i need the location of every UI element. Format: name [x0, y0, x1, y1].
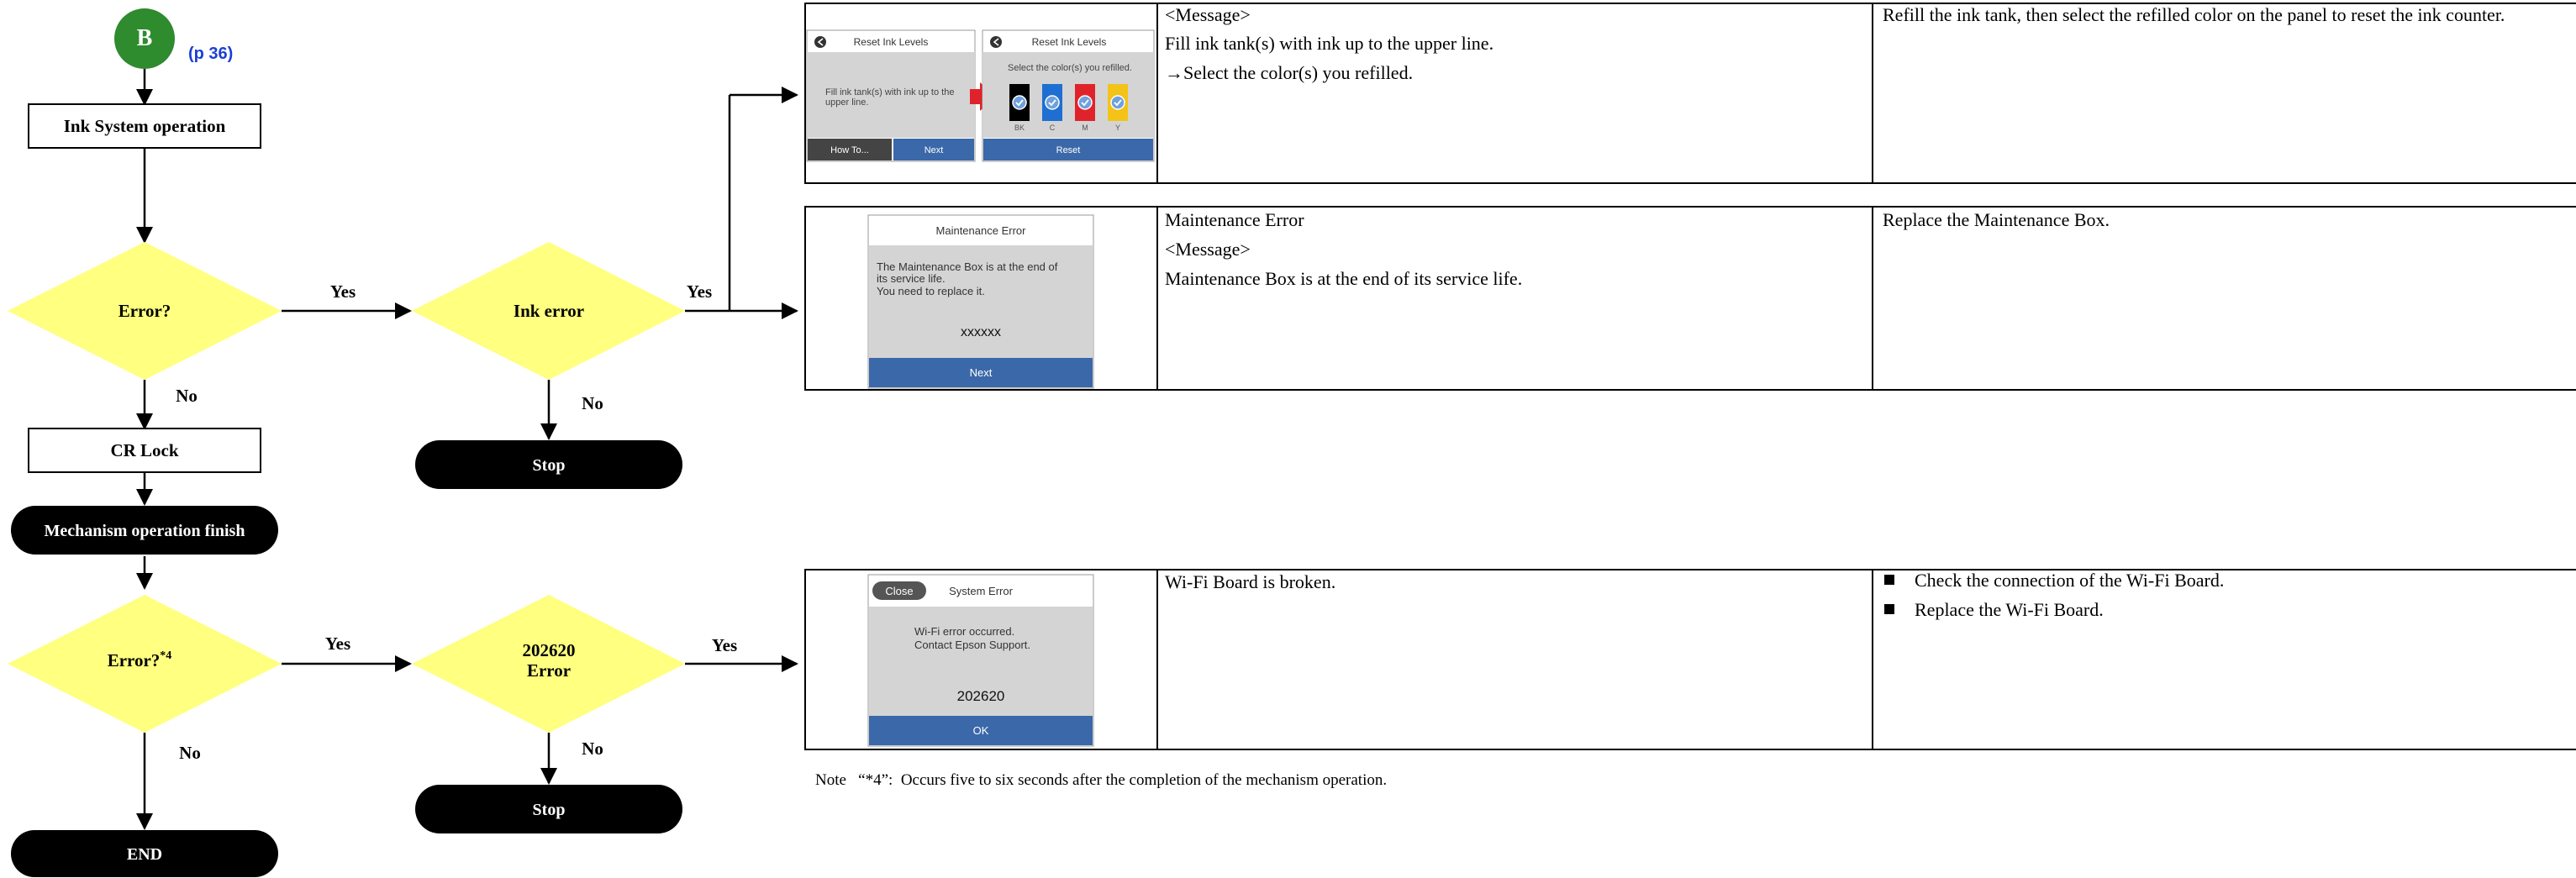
message-line: <Message>: [1165, 239, 1251, 260]
start-connector-badge[interactable]: B: [114, 8, 175, 69]
svg-text:202620: 202620: [957, 688, 1005, 704]
svg-text:Stop: Stop: [533, 801, 566, 819]
svg-text:System Error: System Error: [949, 585, 1014, 597]
svg-text:Close: Close: [885, 585, 913, 597]
remedy-line: Refill the ink tank, then select the ref…: [1883, 4, 2505, 25]
svg-text:M: M: [1082, 124, 1088, 132]
svg-text:Reset Ink Levels: Reset Ink Levels: [854, 36, 929, 48]
label-yes-1: Yes: [330, 281, 356, 302]
message-line: <Message>: [1165, 4, 1251, 25]
svg-text:upper line.: upper line.: [825, 97, 868, 108]
message-line: →Select the color(s) you refilled.: [1165, 62, 1413, 83]
screen-reset-ink-2: Reset Ink Levels Select the color(s) you…: [982, 29, 1155, 162]
bullet-icon: [1884, 575, 1894, 585]
label-yes-2: Yes: [687, 281, 712, 302]
svg-text:Error?: Error?: [119, 301, 171, 321]
start-letter: B: [137, 25, 153, 51]
label-no-2: No: [582, 393, 603, 413]
remedy-line: Replace the Wi-Fi Board.: [1915, 599, 2104, 620]
terminal-mechanism-finish: Mechanism operation finish: [11, 506, 278, 555]
svg-text:C: C: [1050, 124, 1056, 132]
svg-text:You need to replace it.: You need to replace it.: [877, 285, 985, 297]
table-row-maintenance: Maintenance Error The Maintenance Box is…: [804, 206, 2576, 391]
svg-text:xxxxxx: xxxxxx: [961, 325, 1001, 339]
svg-text:Stop: Stop: [533, 456, 566, 475]
svg-text:its service life.: its service life.: [877, 272, 946, 285]
svg-text:Next: Next: [925, 145, 944, 155]
svg-text:The Maintenance Box is at the: The Maintenance Box is at the end of: [877, 260, 1058, 273]
svg-text:Contact Epson Support.: Contact Epson Support.: [914, 639, 1030, 651]
screen-reset-ink-1: Reset Ink Levels Fill ink tank(s) with i…: [806, 29, 976, 162]
process-cr-lock: CR Lock: [28, 428, 261, 473]
svg-text:How To...: How To...: [830, 145, 869, 155]
svg-text:Ink System operation: Ink System operation: [64, 116, 226, 136]
svg-text:Mechanism operation finish: Mechanism operation finish: [45, 522, 245, 540]
label-no-4: No: [582, 739, 603, 759]
svg-text:Ink error: Ink error: [514, 301, 584, 321]
back-icon[interactable]: [990, 36, 1002, 48]
remedy-line: Replace the Maintenance Box.: [1883, 209, 2110, 230]
svg-text:Reset: Reset: [1056, 145, 1081, 155]
svg-text:OK: OK: [973, 724, 989, 737]
svg-text:Select the color(s) you refill: Select the color(s) you refilled.: [1008, 63, 1132, 73]
screen-maintenance-error: Maintenance Error The Maintenance Box is…: [867, 214, 1094, 389]
terminal-end: END: [11, 830, 278, 877]
message-line: Maintenance Error: [1165, 209, 1304, 230]
remedy-line: Check the connection of the Wi-Fi Board.: [1915, 570, 2224, 591]
decision-ink-error: Ink error: [412, 242, 685, 380]
svg-text:202620: 202620: [523, 640, 576, 660]
svg-text:Y: Y: [1115, 124, 1120, 132]
label-no-3: No: [179, 743, 201, 763]
screen-system-error: Close System Error Wi-Fi error occurred.…: [867, 574, 1094, 747]
svg-text:Next: Next: [970, 366, 993, 379]
svg-text:Reset Ink Levels: Reset Ink Levels: [1032, 36, 1107, 48]
svg-text:CR Lock: CR Lock: [110, 440, 178, 460]
svg-text:BK: BK: [1014, 124, 1025, 132]
decision-202620-error: 202620 Error: [412, 595, 685, 733]
svg-text:Wi-Fi error occurred.: Wi-Fi error occurred.: [914, 625, 1014, 638]
process-ink-system: Ink System operation: [28, 103, 261, 149]
message-line: Wi-Fi Board is broken.: [1165, 571, 1335, 592]
decision-error: Error?: [8, 242, 282, 380]
label-yes-4: Yes: [712, 635, 737, 655]
label-no-1: No: [176, 386, 198, 406]
footnote: Note “*4”: Occurs five to six seconds af…: [815, 771, 1388, 789]
table-row-ink: Reset Ink Levels Fill ink tank(s) with i…: [804, 3, 2576, 184]
svg-text:Fill ink tank(s) with ink up t: Fill ink tank(s) with ink up to the: [825, 87, 954, 97]
terminal-stop-1: Stop: [415, 440, 682, 489]
terminal-stop-2: Stop: [415, 785, 682, 833]
bullet-icon: [1884, 604, 1894, 614]
label-yes-3: Yes: [325, 634, 350, 654]
message-line: Fill ink tank(s) with ink up to the uppe…: [1165, 33, 1493, 54]
message-line: Maintenance Box is at the end of its ser…: [1165, 268, 1522, 289]
page-ref-link[interactable]: (p 36): [188, 45, 233, 63]
decision-error-4: Error?*4: [8, 595, 282, 733]
svg-text:END: END: [127, 845, 162, 864]
svg-text:Maintenance Error: Maintenance Error: [936, 224, 1027, 237]
svg-text:Error: Error: [527, 660, 571, 681]
table-row-wifi: Close System Error Wi-Fi error occurred.…: [804, 569, 2576, 750]
back-icon[interactable]: [814, 36, 826, 48]
